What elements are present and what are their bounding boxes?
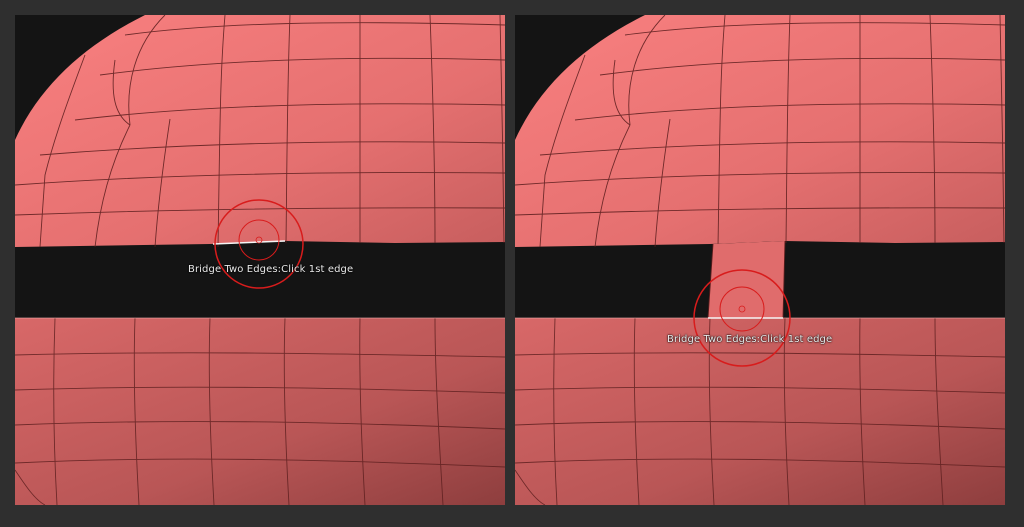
bridge-polygon[interactable]	[707, 240, 786, 319]
top-mesh[interactable]	[15, 15, 505, 248]
canvas-left[interactable]	[15, 15, 505, 505]
viewport-left[interactable]: Bridge Two Edges:Click 1st edge	[15, 15, 505, 505]
canvas-right[interactable]	[515, 15, 1005, 505]
app-frame: Bridge Two Edges:Click 1st edge Bridge T…	[0, 0, 1024, 527]
viewport-right[interactable]: Bridge Two Edges:Click 1st edge	[515, 15, 1005, 505]
top-mesh[interactable]	[515, 15, 1005, 248]
bottom-mesh[interactable]	[15, 317, 505, 505]
bottom-mesh[interactable]	[515, 317, 1005, 505]
